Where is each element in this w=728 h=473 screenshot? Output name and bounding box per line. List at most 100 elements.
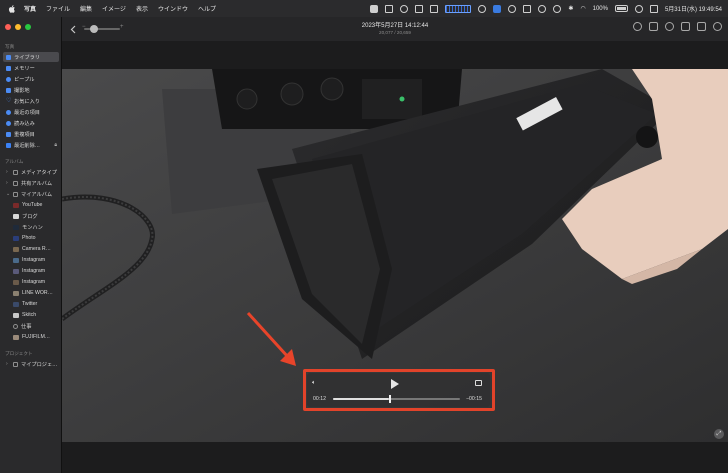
menu-edit[interactable]: 編集 bbox=[80, 4, 92, 13]
sidebar-item-duplicates[interactable]: 重複項目 bbox=[3, 129, 59, 139]
album-item[interactable]: Twitter bbox=[10, 299, 60, 309]
minimize-window-button[interactable] bbox=[15, 24, 21, 30]
sidebar-item-my-albums[interactable]: ⌄ マイアルバム bbox=[3, 189, 59, 199]
album-item[interactable]: Instagram bbox=[10, 277, 60, 287]
sidebar-item-label: ライブラリ bbox=[14, 54, 40, 61]
expand-icon[interactable]: ⤢ bbox=[714, 429, 724, 439]
album-thumbnail bbox=[13, 224, 19, 230]
trash-icon bbox=[6, 142, 11, 148]
album-item[interactable]: LINE WOR… bbox=[10, 288, 60, 298]
sidebar-item-places[interactable]: 撮影地 bbox=[3, 85, 59, 95]
album-item[interactable]: ブログ bbox=[10, 211, 60, 221]
sidebar-section-library: 写真 bbox=[5, 44, 15, 49]
folder-icon bbox=[13, 361, 18, 367]
share-icon[interactable] bbox=[649, 22, 658, 31]
search-icon[interactable] bbox=[634, 4, 643, 13]
album-item[interactable]: Skitch bbox=[10, 310, 60, 320]
window-menu-icon[interactable] bbox=[385, 4, 394, 13]
sidebar-item-my-projects[interactable]: › マイプロジェ… bbox=[3, 359, 59, 369]
close-window-button[interactable] bbox=[5, 24, 11, 30]
grid-menu-icon[interactable] bbox=[415, 4, 424, 13]
memories-icon bbox=[6, 65, 11, 71]
folder-icon bbox=[13, 191, 18, 197]
menu-bar: 写真 ファイル 編集 イメージ 表示 ウインドウ ヘルプ ✱ ◠ 100% 5月… bbox=[0, 0, 728, 17]
battery-icon[interactable] bbox=[614, 5, 628, 12]
wifi-icon[interactable]: ◠ bbox=[580, 5, 585, 12]
lock-icon: 🔒︎ bbox=[54, 142, 57, 148]
album-item[interactable]: FUJIFILM… bbox=[10, 332, 60, 342]
sidebar-item-people[interactable]: ピープル bbox=[3, 74, 59, 84]
menu-clock[interactable]: 5月31日(水) 19:49:54 bbox=[665, 4, 722, 13]
album-thumbnail bbox=[13, 301, 19, 307]
sidebar-item-library[interactable]: ライブラリ bbox=[3, 52, 59, 62]
chevron-down-icon[interactable]: ⌄ bbox=[6, 191, 10, 197]
album-item[interactable]: Instagram bbox=[10, 255, 60, 265]
display-menu-icon[interactable] bbox=[523, 4, 532, 13]
rotate-icon[interactable] bbox=[681, 22, 690, 31]
sidebar-item-imports[interactable]: 読み込み bbox=[3, 118, 59, 128]
sidebar-item-recent[interactable]: 最近の項目 bbox=[3, 107, 59, 117]
chevron-right-icon[interactable]: › bbox=[6, 361, 10, 367]
heart-icon: ♡ bbox=[6, 97, 12, 104]
info-icon[interactable] bbox=[633, 22, 642, 31]
import-icon bbox=[6, 120, 11, 126]
album-thumbnail bbox=[13, 202, 19, 208]
sidebar-item-memories[interactable]: メモリー bbox=[3, 63, 59, 73]
album-thumbnail bbox=[13, 213, 19, 219]
album-item[interactable]: YouTube bbox=[10, 200, 60, 210]
favorite-heart-icon[interactable] bbox=[665, 22, 674, 31]
sidebar-item-label: 共有アルバム bbox=[21, 180, 53, 187]
menu-view[interactable]: 表示 bbox=[136, 4, 148, 13]
vpn-menu-icon[interactable] bbox=[538, 4, 547, 13]
record-menu-icon[interactable] bbox=[400, 4, 409, 13]
menu-help[interactable]: ヘルプ bbox=[198, 4, 216, 13]
album-label: Instagram bbox=[22, 257, 46, 263]
clipboard-menu-icon[interactable] bbox=[430, 4, 439, 13]
chevron-right-icon[interactable]: › bbox=[6, 169, 10, 175]
menu-image[interactable]: イメージ bbox=[102, 4, 126, 13]
menu-extras: ✱ ◠ 100% 5月31日(水) 19:49:54 bbox=[370, 0, 722, 17]
menu-file[interactable]: ファイル bbox=[46, 4, 70, 13]
edit-adjust-icon[interactable] bbox=[697, 22, 706, 31]
status-menu-icon[interactable] bbox=[370, 4, 379, 13]
layers-menu-icon[interactable] bbox=[478, 4, 487, 13]
menu-window[interactable]: ウインドウ bbox=[158, 4, 188, 13]
clock-menu-icon[interactable] bbox=[553, 4, 562, 13]
album-label: モンハン bbox=[22, 224, 43, 231]
zoom-window-button[interactable] bbox=[25, 24, 31, 30]
album-item[interactable]: モンハン bbox=[10, 222, 60, 232]
sidebar-item-label: 撮影地 bbox=[14, 87, 30, 94]
chevron-right-icon[interactable]: › bbox=[6, 180, 10, 186]
viewer-top-margin bbox=[62, 41, 728, 69]
color-menu-icon[interactable] bbox=[508, 4, 517, 13]
album-label: FUJIFILM… bbox=[22, 334, 50, 340]
photo-title-block: 2023年5月27日 14:12:44 20,077 / 20,659 bbox=[62, 20, 728, 35]
photo-count: 20,077 / 20,659 bbox=[379, 30, 411, 35]
apple-menu-icon[interactable] bbox=[8, 4, 16, 13]
sidebar-item-favorites[interactable]: ♡ お気に入り bbox=[3, 96, 59, 106]
album-label: Twitter bbox=[22, 301, 38, 307]
audio-meter-icon[interactable] bbox=[445, 4, 472, 13]
people-icon bbox=[6, 76, 11, 82]
app-menu-icon[interactable] bbox=[493, 4, 502, 13]
library-icon bbox=[6, 54, 11, 60]
album-item[interactable]: Camera R… bbox=[10, 244, 60, 254]
search-icon[interactable] bbox=[713, 22, 722, 31]
bluetooth-icon[interactable]: ✱ bbox=[568, 5, 573, 12]
toolbar: − + 2023年5月27日 14:12:44 20,077 / 20,659 bbox=[62, 17, 728, 41]
sidebar-item-media-types[interactable]: › メディアタイプ bbox=[3, 167, 59, 177]
control-center-icon[interactable] bbox=[649, 4, 658, 13]
menu-app-name[interactable]: 写真 bbox=[24, 4, 36, 13]
sidebar-item-label: メディアタイプ bbox=[21, 169, 57, 176]
album-item[interactable]: 仕事 bbox=[10, 321, 60, 331]
album-thumbnail bbox=[13, 235, 19, 241]
folder-icon bbox=[13, 169, 18, 175]
album-label: Instagram bbox=[22, 279, 46, 285]
album-item[interactable]: Instagram bbox=[10, 266, 60, 276]
sidebar-item-shared-albums[interactable]: › 共有アルバム bbox=[3, 178, 59, 188]
album-label: Skitch bbox=[22, 312, 37, 318]
sidebar-item-label: 最近の項目 bbox=[14, 109, 40, 116]
sidebar-item-recently-deleted[interactable]: 最近削除… 🔒︎ bbox=[3, 140, 59, 150]
album-item[interactable]: Photo bbox=[10, 233, 60, 243]
shared-folder-icon bbox=[13, 180, 18, 186]
